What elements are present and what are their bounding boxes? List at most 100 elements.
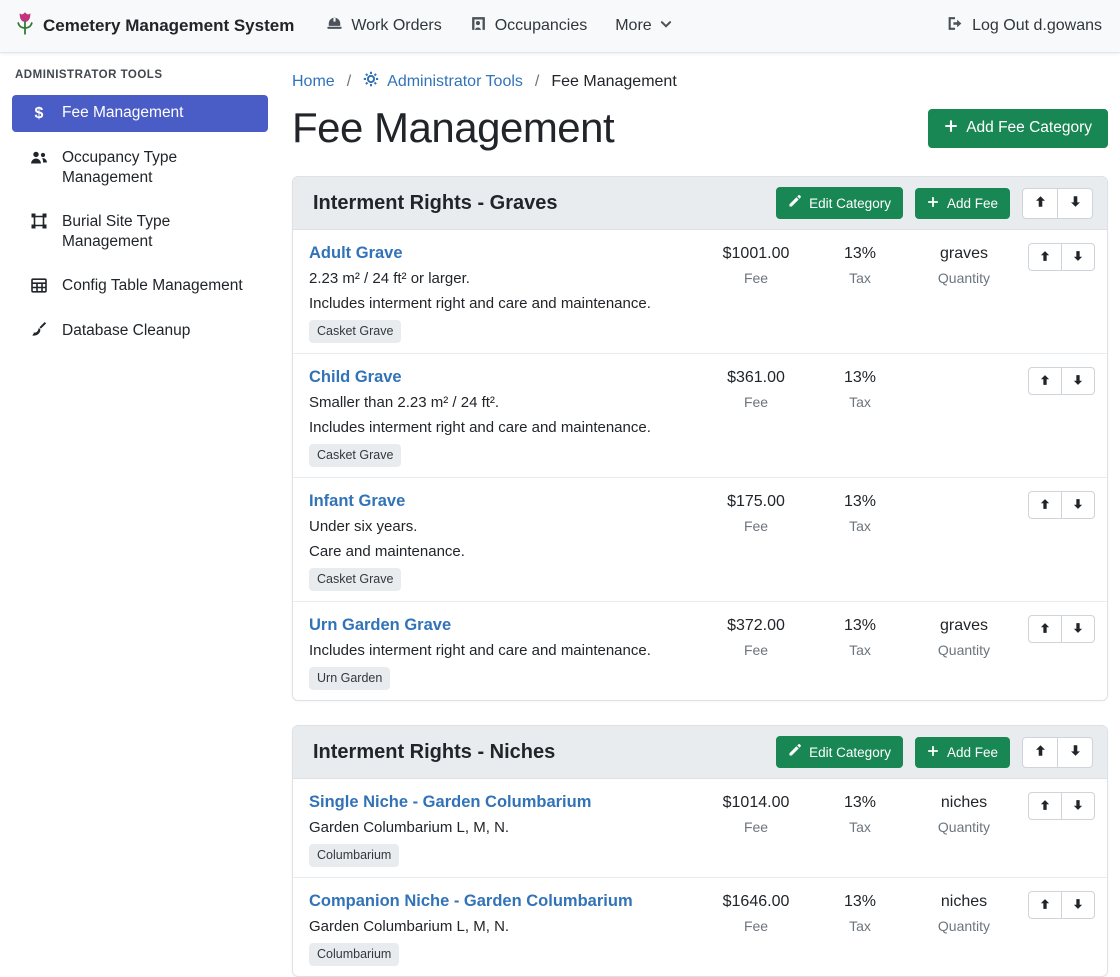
arrow-up-icon [1034, 195, 1047, 211]
vector-square-icon [28, 213, 50, 233]
move-category-up-button[interactable] [1022, 188, 1058, 219]
move-fee-up-button[interactable] [1028, 615, 1062, 643]
tax-value: 13% [808, 892, 912, 912]
add-fee-button-label: Add Fee [947, 745, 998, 760]
edit-category-button[interactable]: Edit Category [776, 736, 903, 768]
sidebar-heading: ADMINISTRATOR TOOLS [15, 69, 268, 81]
sidebar-item-occupancy-type-management[interactable]: Occupancy Type Management [12, 140, 268, 196]
fee-quantity-col [912, 491, 1016, 497]
tax-label: Tax [808, 818, 912, 836]
pencil-icon [788, 195, 801, 211]
fee-description: Garden Columbarium L, M, N. [309, 917, 694, 936]
move-fee-down-button[interactable] [1061, 243, 1095, 271]
chevron-down-icon [660, 17, 672, 35]
nav-more[interactable]: More [601, 9, 685, 43]
broom-icon [28, 322, 50, 342]
fee-description: Under six years. [309, 517, 694, 536]
fee-name[interactable]: Child Grave [309, 367, 694, 387]
move-fee-up-button[interactable] [1028, 792, 1062, 820]
fee-description: Care and maintenance. [309, 542, 694, 561]
fee-amount: $175.00 [704, 492, 808, 512]
arrow-up-icon [1039, 498, 1051, 513]
move-category-down-button[interactable] [1057, 737, 1093, 768]
fee-reorder-group [1028, 367, 1095, 395]
arrow-down-icon [1072, 622, 1084, 637]
tax-value: 13% [808, 616, 912, 636]
nav-work-orders[interactable]: Work Orders [312, 7, 455, 45]
sidebar-item-database-cleanup[interactable]: Database Cleanup [12, 313, 268, 350]
tax-value: 13% [808, 793, 912, 813]
gear-icon [363, 71, 379, 92]
app-title: Cemetery Management System [43, 16, 294, 36]
arrow-down-icon [1072, 250, 1084, 265]
fee-name[interactable]: Infant Grave [309, 491, 694, 511]
fee-main: Child Grave Smaller than 2.23 m² / 24 ft… [309, 367, 704, 467]
move-fee-up-button[interactable] [1028, 367, 1062, 395]
edit-category-button-label: Edit Category [809, 196, 891, 211]
fee-reorder-group [1028, 615, 1095, 643]
fee-reorder-group [1028, 243, 1095, 271]
add-fee-button-label: Add Fee [947, 196, 998, 211]
move-fee-down-button[interactable] [1061, 491, 1095, 519]
fee-description: Includes interment right and care and ma… [309, 294, 694, 313]
move-category-up-button[interactable] [1022, 737, 1058, 768]
sidebar: ADMINISTRATOR TOOLS $ Fee Management Occ… [0, 53, 280, 939]
fee-amount: $372.00 [704, 616, 808, 636]
fee-reorder-group [1028, 792, 1095, 820]
move-fee-up-button[interactable] [1028, 491, 1062, 519]
move-fee-up-button[interactable] [1028, 243, 1062, 271]
sidebar-item-config-table-management[interactable]: Config Table Management [12, 268, 268, 305]
add-fee-button[interactable]: Add Fee [915, 737, 1010, 768]
fee-amount-col: $1001.00 Fee [704, 243, 808, 287]
move-fee-down-button[interactable] [1061, 792, 1095, 820]
fee-main: Infant Grave Under six years. Care and ma… [309, 491, 704, 591]
fee-row: Child Grave Smaller than 2.23 m² / 24 ft… [293, 354, 1107, 478]
fee-descriptions: 2.23 m² / 24 ft² or larger.Includes inte… [309, 269, 694, 313]
page-title: Fee Management [292, 104, 614, 152]
breadcrumb-admin-tools-link[interactable]: Administrator Tools [363, 71, 523, 92]
edit-category-button-label: Edit Category [809, 745, 891, 760]
fee-descriptions: Includes interment right and care and ma… [309, 641, 694, 660]
fee-tax-col: 13% Tax [808, 792, 912, 836]
title-row: Fee Management Add Fee Category [292, 104, 1108, 152]
edit-category-button[interactable]: Edit Category [776, 187, 903, 219]
fee-quantity-col: graves Quantity [912, 243, 1016, 287]
add-fee-category-button[interactable]: Add Fee Category [928, 109, 1108, 148]
move-fee-down-button[interactable] [1061, 615, 1095, 643]
tax-label: Tax [808, 517, 912, 535]
fee-quantity-col [912, 367, 1016, 373]
move-fee-down-button[interactable] [1061, 891, 1095, 919]
move-fee-down-button[interactable] [1061, 367, 1095, 395]
fee-name[interactable]: Adult Grave [309, 243, 694, 263]
arrow-down-icon [1072, 898, 1084, 913]
fee-tax-col: 13% Tax [808, 243, 912, 287]
quantity-label: Quantity [912, 917, 1016, 935]
fee-tag: Casket Grave [309, 320, 401, 343]
quantity-label: Quantity [912, 641, 1016, 659]
fee-name[interactable]: Urn Garden Grave [309, 615, 694, 635]
fee-name[interactable]: Single Niche - Garden Columbarium [309, 792, 694, 812]
category-title: Interment Rights - Niches [313, 741, 764, 764]
pencil-icon [788, 744, 801, 760]
fee-amount-col: $1646.00 Fee [704, 891, 808, 935]
sidebar-item-fee-management[interactable]: $ Fee Management [12, 95, 268, 132]
app-brand-link[interactable]: Cemetery Management System [16, 11, 294, 42]
nav-occupancies[interactable]: Occupancies [456, 7, 602, 45]
move-category-down-button[interactable] [1057, 188, 1093, 219]
top-navbar: Cemetery Management System Work Orders O… [0, 0, 1120, 53]
fee-amount-col: $361.00 Fee [704, 367, 808, 411]
arrow-down-icon [1072, 799, 1084, 814]
move-fee-up-button[interactable] [1028, 891, 1062, 919]
fee-tax-col: 13% Tax [808, 491, 912, 535]
fee-main: Adult Grave 2.23 m² / 24 ft² or larger.I… [309, 243, 704, 343]
sidebar-item-burial-site-type-management[interactable]: Burial Site Type Management [12, 204, 268, 260]
breadcrumb-current: Fee Management [551, 73, 676, 91]
breadcrumb: Home / Administrator Tools / Fee Managem… [292, 65, 1108, 94]
logout-link[interactable]: Log Out d.gowans [932, 7, 1104, 45]
breadcrumb-home-link[interactable]: Home [292, 73, 335, 91]
arrow-down-icon [1072, 374, 1084, 389]
fee-description: Garden Columbarium L, M, N. [309, 818, 694, 837]
fee-name[interactable]: Companion Niche - Garden Columbarium [309, 891, 694, 911]
arrow-up-icon [1039, 374, 1051, 389]
add-fee-button[interactable]: Add Fee [915, 188, 1010, 219]
